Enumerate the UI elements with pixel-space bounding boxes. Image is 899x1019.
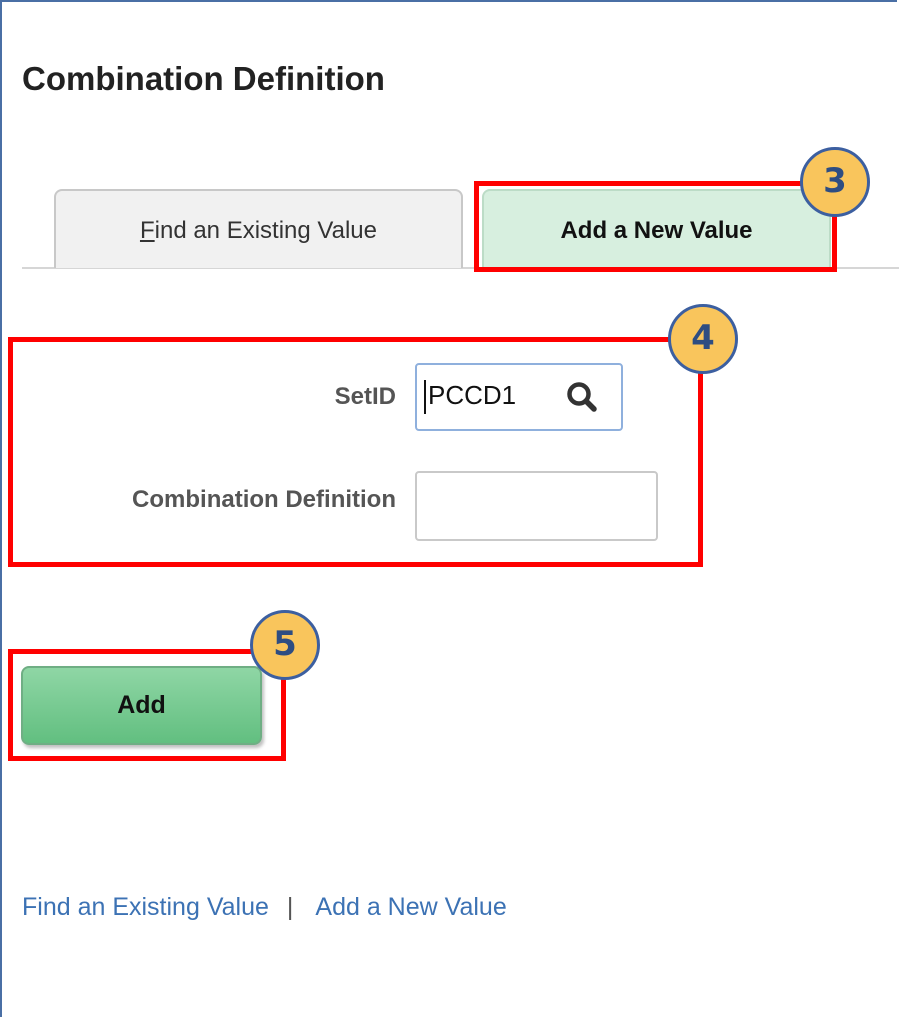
highlight-box-form bbox=[8, 337, 703, 567]
tab-find-accesskey: F bbox=[139, 217, 155, 244]
page-title: Combination Definition bbox=[22, 60, 385, 97]
footer-separator: | bbox=[286, 893, 294, 921]
step-callout-5: 5 bbox=[250, 610, 320, 680]
step-callout-3: 3 bbox=[800, 147, 870, 217]
step-callout-4: 4 bbox=[668, 304, 738, 374]
tab-find-existing-value[interactable]: Find an Existing Value bbox=[54, 189, 463, 268]
footer-find-existing-link[interactable]: Find an Existing Value bbox=[22, 893, 269, 921]
highlight-box-add bbox=[8, 649, 286, 761]
footer-add-new-link[interactable]: Add a New Value bbox=[315, 893, 506, 921]
footer-links: Find an Existing Value | Add a New Value bbox=[22, 893, 507, 922]
highlight-box-tab bbox=[474, 181, 837, 272]
tab-find-label: ind an Existing Value bbox=[154, 217, 378, 244]
